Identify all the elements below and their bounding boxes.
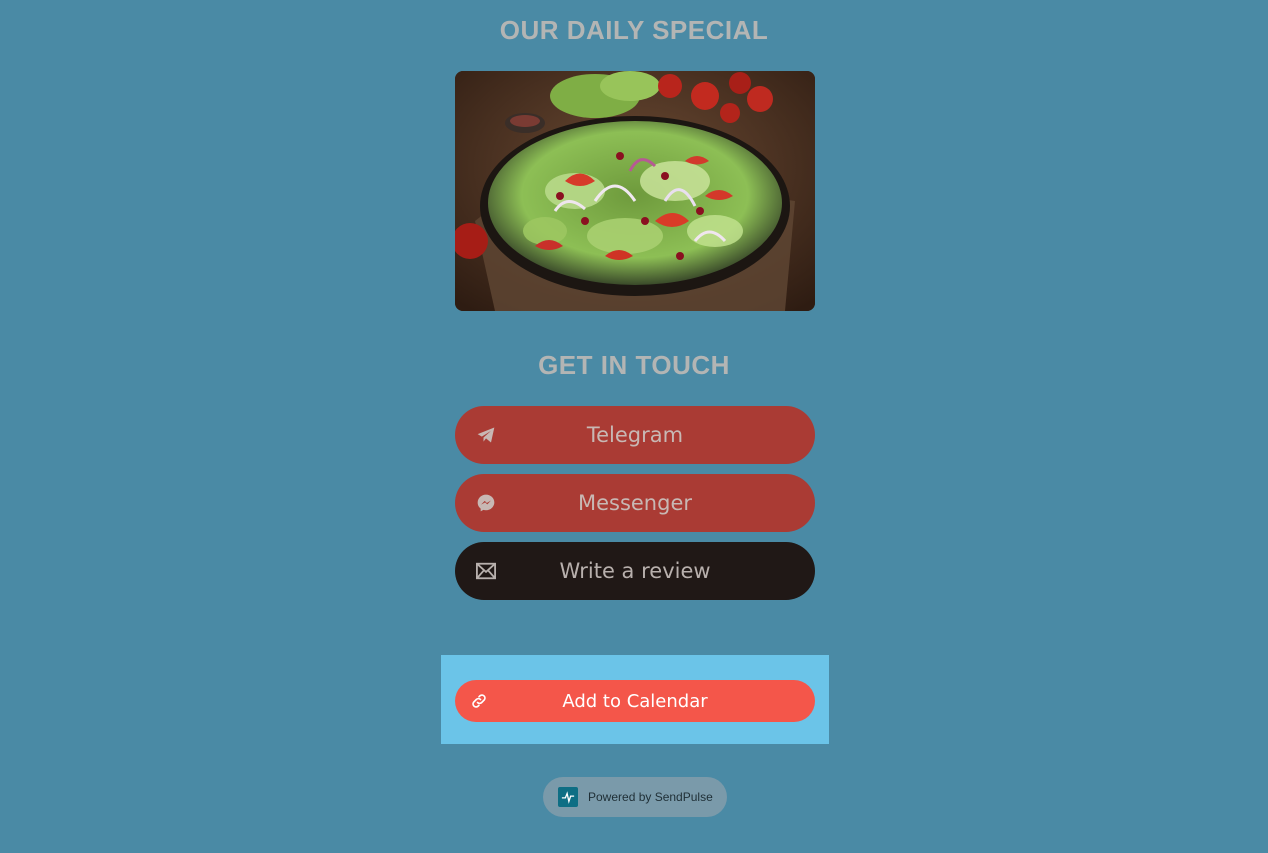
add-to-calendar-label: Add to Calendar [562,690,708,712]
daily-special-heading: OUR DAILY SPECIAL [499,15,769,45]
salad-image [455,71,815,311]
envelope-icon [475,560,497,582]
landing-page: OUR DAILY SPECIAL GET IN TOUCH Telegram … [0,0,1268,853]
calendar-panel: Add to Calendar [441,655,829,744]
telegram-button[interactable]: Telegram [455,406,815,464]
paper-plane-icon [475,424,497,446]
add-to-calendar-button[interactable]: Add to Calendar [455,680,815,722]
write-review-button[interactable]: Write a review [455,542,815,600]
messenger-label: Messenger [577,491,693,515]
get-in-touch-heading: GET IN TOUCH [538,350,730,380]
powered-by-text: Powered by SendPulse [588,790,713,804]
link-icon [470,692,488,710]
messenger-button[interactable]: Messenger [455,474,815,532]
telegram-label: Telegram [586,423,684,447]
write-review-label: Write a review [559,559,711,583]
daily-special-photo [455,71,815,311]
messenger-icon [475,492,497,514]
pulse-logo-icon [558,787,578,807]
powered-by-badge[interactable]: Powered by SendPulse [543,777,727,817]
